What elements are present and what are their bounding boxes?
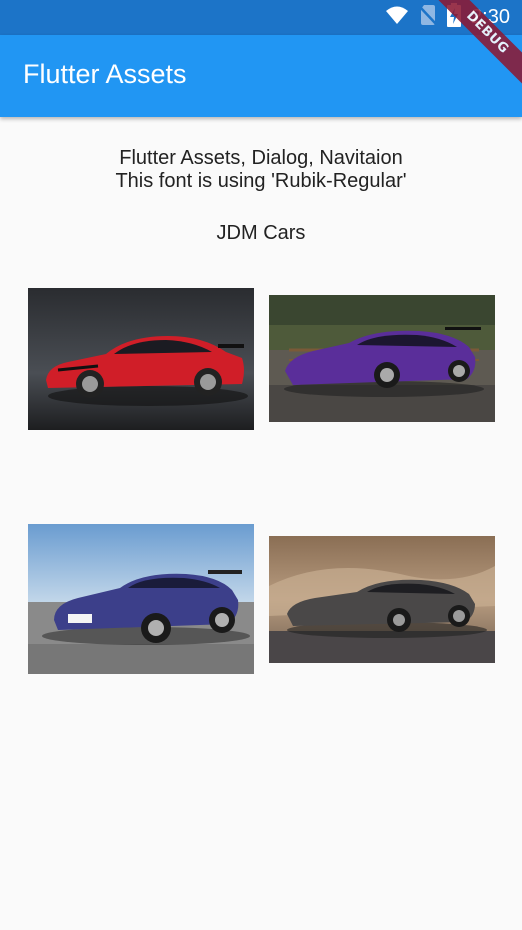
section-title: JDM Cars bbox=[216, 222, 306, 244]
status-icons: 2:30 bbox=[385, 0, 510, 35]
status-bar: 2:30 bbox=[0, 0, 522, 35]
wifi-icon bbox=[385, 5, 409, 30]
heading-line-1: Flutter Assets, Dialog, Navitaion bbox=[119, 147, 403, 169]
main-content: Flutter Assets, Dialog, Navitaion This f… bbox=[0, 117, 522, 930]
no-sim-icon bbox=[419, 4, 437, 31]
heading-line-2: This font is using 'Rubik-Regular' bbox=[115, 170, 407, 192]
car-image-blue bbox=[28, 524, 254, 674]
car-image-red bbox=[28, 288, 254, 430]
app-bar: Flutter Assets bbox=[0, 35, 522, 117]
page-heading: Flutter Assets, Dialog, Navitaion This f… bbox=[0, 147, 522, 193]
app-title: Flutter Assets bbox=[23, 59, 187, 89]
battery-charging-icon bbox=[447, 3, 462, 32]
car-image-grey bbox=[269, 536, 495, 663]
status-time: 2:30 bbox=[471, 6, 510, 28]
car-image-purple bbox=[269, 295, 495, 422]
